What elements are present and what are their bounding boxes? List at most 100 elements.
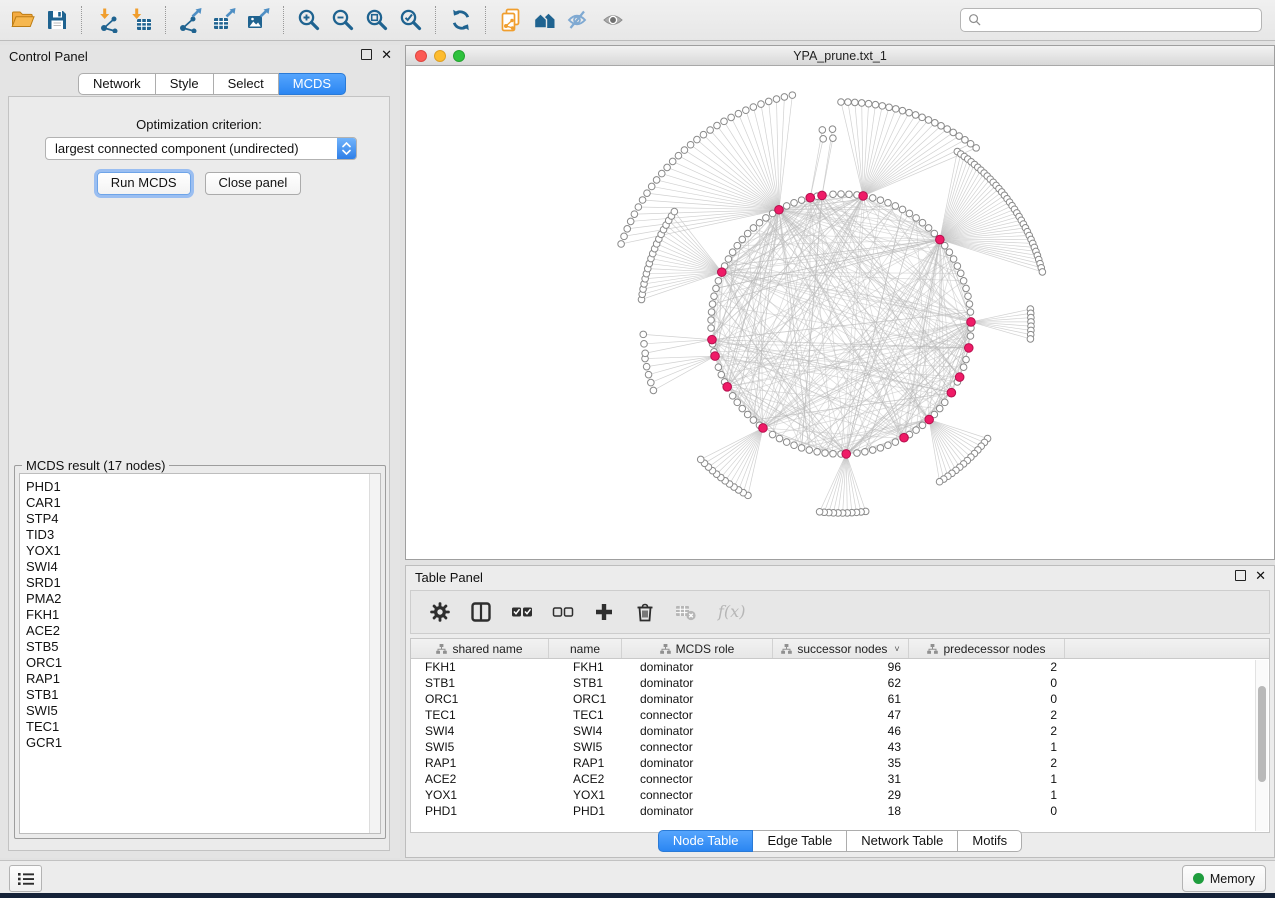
float-panel-icon[interactable] [361,49,372,60]
tab-mcds[interactable]: MCDS [279,73,346,95]
cell-name: YOX1 [549,788,622,802]
settings-icon[interactable] [429,601,451,623]
tab-motifs[interactable]: Motifs [958,830,1022,852]
table-row[interactable]: PHD1PHD1dominator180 [411,803,1269,819]
result-node-item[interactable]: GCR1 [20,735,380,751]
tab-edge-table[interactable]: Edge Table [753,830,847,852]
tab-node-table[interactable]: Node Table [658,830,754,852]
table-panel-title: Table Panel [415,570,483,585]
table-row[interactable]: ACE2ACE2connector311 [411,771,1269,787]
cell-successor_nodes: 61 [773,692,909,706]
add-icon[interactable] [593,601,615,623]
result-scrollbar[interactable] [369,474,380,833]
table-scrollbar[interactable] [1255,660,1268,831]
optimization-criterion-label: Optimization criterion: [9,117,389,132]
zoom-out-icon[interactable] [326,4,360,36]
cell-successor_nodes: 31 [773,772,909,786]
result-node-item[interactable]: SWI5 [20,703,380,719]
zoom-fit-icon[interactable] [360,4,394,36]
network-window-titlebar[interactable]: YPA_prune.txt_1 [406,46,1274,66]
import-table-icon[interactable] [124,4,158,36]
result-node-item[interactable]: YOX1 [20,543,380,559]
column-header-successor-nodes[interactable]: successor nodes˅ [773,639,909,658]
select-all-icon[interactable] [511,601,533,623]
export-network-icon[interactable] [174,4,208,36]
cell-successor_nodes: 47 [773,708,909,722]
table-row[interactable]: SWI4SWI4dominator462 [411,723,1269,739]
mcds-result-list[interactable]: PHD1CAR1STP4TID3YOX1SWI4SRD1PMA2FKH1ACE2… [19,473,381,834]
log-console-button[interactable] [9,865,42,892]
result-node-item[interactable]: STB5 [20,639,380,655]
memory-button[interactable]: Memory [1182,865,1266,892]
table-row[interactable]: SWI5SWI5connector431 [411,739,1269,755]
search-box [960,8,1262,32]
cell-predecessor_nodes: 2 [909,756,1065,770]
close-table-panel-icon[interactable]: ✕ [1255,571,1266,580]
export-table-icon[interactable] [208,4,242,36]
column-header-predecessor-nodes[interactable]: predecessor nodes [909,639,1065,658]
cell-mcds_role: connector [622,708,773,722]
deselect-all-icon[interactable] [552,601,574,623]
result-node-item[interactable]: CAR1 [20,495,380,511]
result-node-item[interactable]: TEC1 [20,719,380,735]
column-header-name[interactable]: name [549,639,622,658]
first-neighbors-icon[interactable] [528,4,562,36]
zoom-selected-icon[interactable] [394,4,428,36]
zoom-in-icon[interactable] [292,4,326,36]
close-panel-icon[interactable]: ✕ [381,50,392,59]
column-header-shared-name[interactable]: shared name [411,639,549,658]
tab-network[interactable]: Network [78,73,156,95]
tab-style[interactable]: Style [156,73,214,95]
result-node-item[interactable]: ACE2 [20,623,380,639]
result-node-item[interactable]: RAP1 [20,671,380,687]
delete-icon[interactable] [634,601,656,623]
close-panel-button[interactable]: Close panel [205,172,302,195]
result-node-item[interactable]: STP4 [20,511,380,527]
delete-table-icon [675,601,697,623]
result-node-item[interactable]: TID3 [20,527,380,543]
toolbar-separator [485,6,487,34]
result-node-item[interactable]: FKH1 [20,607,380,623]
criterion-dropdown[interactable]: largest connected component (undirected) [45,137,357,160]
float-table-panel-icon[interactable] [1235,570,1246,581]
cell-successor_nodes: 43 [773,740,909,754]
table-row[interactable]: ORC1ORC1dominator610 [411,691,1269,707]
result-node-item[interactable]: PHD1 [20,479,380,495]
tab-network-table[interactable]: Network Table [847,830,958,852]
table-scrollbar-thumb[interactable] [1258,686,1266,782]
table-row[interactable]: STB1STB1dominator620 [411,675,1269,691]
table-row[interactable]: RAP1RAP1dominator352 [411,755,1269,771]
columns-icon[interactable] [470,601,492,623]
table-row[interactable]: TEC1TEC1connector472 [411,707,1269,723]
cell-mcds_role: connector [622,772,773,786]
cell-shared_name: RAP1 [411,756,549,770]
result-node-item[interactable]: STB1 [20,687,380,703]
open-icon[interactable] [6,4,40,36]
import-network-icon[interactable] [90,4,124,36]
refresh-icon[interactable] [444,4,478,36]
search-input[interactable] [960,8,1262,32]
result-node-item[interactable]: PMA2 [20,591,380,607]
result-node-item[interactable]: ORC1 [20,655,380,671]
cell-predecessor_nodes: 2 [909,660,1065,674]
table-toolbar: f(x) [410,590,1270,634]
run-mcds-button[interactable]: Run MCDS [97,172,191,195]
cell-name: PHD1 [549,804,622,818]
result-node-item[interactable]: SWI4 [20,559,380,575]
node-table: shared namenameMCDS rolesuccessor nodes˅… [410,638,1270,833]
table-row[interactable]: YOX1YOX1connector291 [411,787,1269,803]
export-image-icon[interactable] [242,4,276,36]
cell-successor_nodes: 35 [773,756,909,770]
cell-shared_name: STB1 [411,676,549,690]
result-node-item[interactable]: SRD1 [20,575,380,591]
save-icon[interactable] [40,4,74,36]
network-canvas[interactable] [406,66,1274,559]
column-header-MCDS-role[interactable]: MCDS role [622,639,773,658]
table-row[interactable]: FKH1FKH1dominator962 [411,659,1269,675]
hide-selected-icon[interactable] [562,4,596,36]
tab-select[interactable]: Select [214,73,279,95]
clone-network-icon[interactable] [494,4,528,36]
memory-button-label: Memory [1210,872,1255,886]
show-all-icon[interactable] [596,4,630,36]
table-panel-header: Table Panel ✕ [406,566,1274,588]
